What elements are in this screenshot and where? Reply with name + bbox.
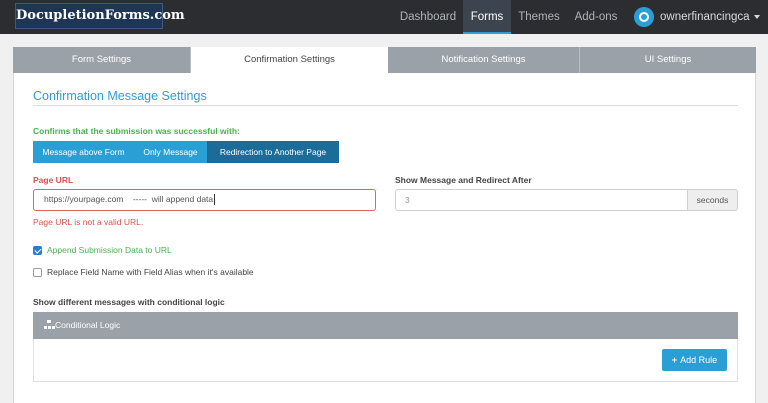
page-url-value: https://yourpage.com ----- will append d… xyxy=(44,194,214,204)
tab-confirmation-settings[interactable]: Confirmation Settings xyxy=(191,47,388,73)
nav-forms[interactable]: Forms xyxy=(463,0,511,34)
top-navbar: DocupletionForms.com Dashboard Forms The… xyxy=(0,0,768,34)
append-data-label[interactable]: Append Submission Data to URL xyxy=(47,245,172,255)
field-alias-label[interactable]: Replace Field Name with Field Alias when… xyxy=(47,267,254,277)
conditional-logic-label: Show different messages with conditional… xyxy=(33,297,225,307)
add-rule-button[interactable]: + Add Rule xyxy=(662,349,727,371)
conditional-logic-title: Conditional Logic xyxy=(55,320,121,330)
power-icon xyxy=(634,7,654,27)
option-only-message[interactable]: Only Message xyxy=(134,141,207,163)
option-redirection[interactable]: Redirection to Another Page xyxy=(207,141,339,163)
nav-themes[interactable]: Themes xyxy=(514,0,564,34)
section-divider xyxy=(33,105,738,106)
append-data-checkbox[interactable] xyxy=(33,246,42,255)
nav-addons[interactable]: Add-ons xyxy=(568,0,624,34)
chevron-down-icon xyxy=(754,15,760,19)
redirect-delay-input[interactable]: 3 xyxy=(395,189,687,211)
section-title: Confirmation Message Settings xyxy=(33,89,207,103)
field-alias-checkbox[interactable] xyxy=(33,268,42,277)
page-url-input[interactable]: https://yourpage.com ----- will append d… xyxy=(33,189,376,211)
nav-dashboard[interactable]: Dashboard xyxy=(396,0,460,34)
user-name: ownerfinancingca xyxy=(660,11,750,23)
confirm-type-label: Confirms that the submission was success… xyxy=(33,126,240,136)
settings-tabs: Form Settings Confirmation Settings Noti… xyxy=(13,47,756,73)
conditional-logic-header: Conditional Logic xyxy=(33,312,738,339)
page-url-label: Page URL xyxy=(33,175,74,185)
sitemap-icon xyxy=(44,320,55,331)
redirect-delay-label: Show Message and Redirect After xyxy=(395,175,532,185)
plus-icon: + xyxy=(671,355,678,365)
tab-ui-settings[interactable]: UI Settings xyxy=(580,47,756,73)
brand-logo[interactable]: DocupletionForms.com xyxy=(15,3,185,29)
option-message-above-form[interactable]: Message above Form xyxy=(33,141,134,163)
add-rule-label: Add Rule xyxy=(680,355,718,365)
tab-form-settings[interactable]: Form Settings xyxy=(13,47,191,73)
tab-notification-settings[interactable]: Notification Settings xyxy=(388,47,580,73)
redirect-delay-unit: seconds xyxy=(687,189,738,211)
text-cursor xyxy=(214,194,216,206)
page-url-error: Page URL is not a valid URL. xyxy=(33,217,144,227)
